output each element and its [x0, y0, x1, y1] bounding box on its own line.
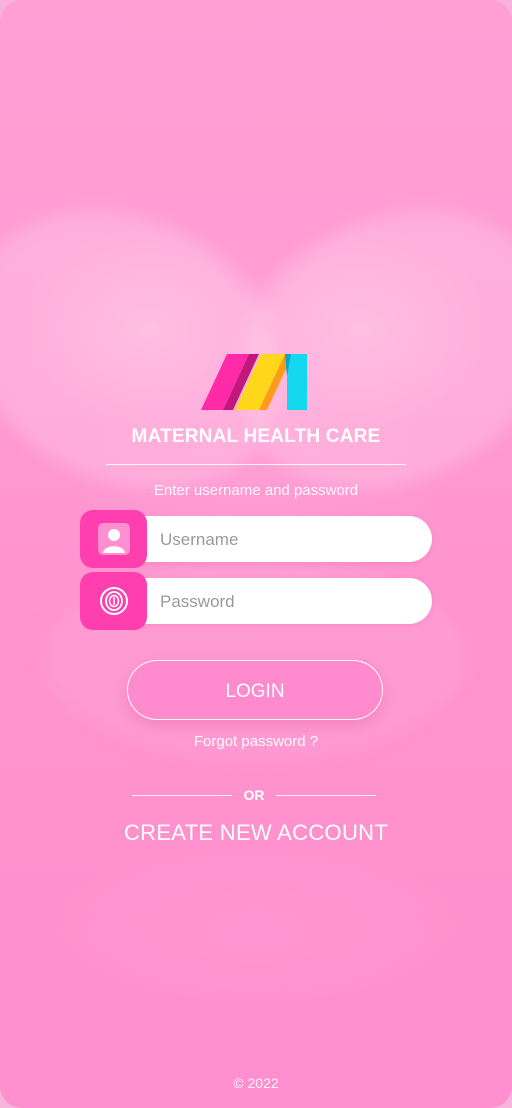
copyright-text: © 2022	[233, 1075, 279, 1091]
app-title: MATERNAL HEALTH CARE	[131, 426, 381, 447]
username-icon-box	[80, 510, 147, 568]
username-input[interactable]	[158, 526, 422, 554]
login-button[interactable]: LOGIN	[127, 660, 383, 720]
fingerprint-icon	[99, 587, 128, 615]
password-icon-box	[80, 572, 147, 630]
create-account-link[interactable]: CREATE NEW ACCOUNT	[0, 820, 512, 846]
or-divider-left	[132, 795, 232, 796]
password-field	[80, 572, 432, 630]
user-icon	[97, 523, 130, 555]
forgot-password-link[interactable]: Forgot password ?	[0, 733, 512, 750]
or-divider-right	[276, 795, 376, 796]
app-logo	[201, 354, 307, 410]
login-hint: Enter username and password	[153, 482, 359, 499]
username-field	[80, 510, 432, 568]
or-label: OR	[243, 787, 265, 803]
password-input[interactable]	[158, 588, 422, 616]
title-divider	[106, 464, 406, 465]
login-screen: MATERNAL HEALTH CARE Enter username and …	[0, 0, 512, 1108]
